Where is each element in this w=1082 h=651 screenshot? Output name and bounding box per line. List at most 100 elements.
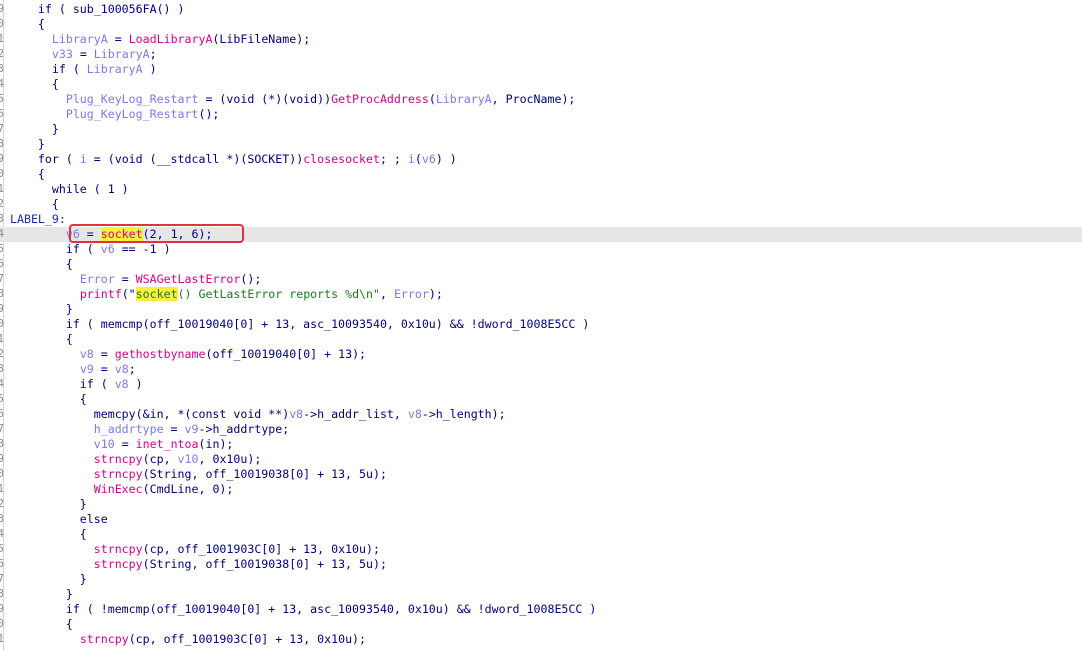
function-name[interactable]: strncpy: [94, 542, 143, 556]
function-name[interactable]: WSAGetLastError: [136, 272, 241, 286]
identifier[interactable]: v8: [115, 362, 129, 376]
code-text: Plug_KeyLog_Restart = (void (*)(void))Ge…: [10, 92, 576, 107]
code-line-current[interactable]: 4 v6 = socket(2, 1, 6);: [0, 227, 1082, 242]
code-line[interactable]: 2 v8 = gethostbyname(off_10019040[0] + 1…: [0, 347, 1082, 362]
identifier[interactable]: Plug_KeyLog_Restart: [66, 107, 199, 121]
function-name[interactable]: LoadLibraryA: [129, 32, 213, 46]
function-name[interactable]: printf: [80, 287, 122, 301]
code-line[interactable]: 7 }: [0, 122, 1082, 137]
code-line[interactable]: 1 while ( 1 ): [0, 182, 1082, 197]
code-line[interactable]: 1 strncpy(cp, off_1001903C[0] + 13, 0x10…: [0, 632, 1082, 647]
search-match[interactable]: socket: [135, 287, 178, 301]
code-line[interactable]: 2 {: [0, 197, 1082, 212]
code-line[interactable]: 8 v10 = inet_ntoa(in);: [0, 437, 1082, 452]
code-line[interactable]: 8 }: [0, 587, 1082, 602]
code-line[interactable]: 3 if ( LibraryA ): [0, 62, 1082, 77]
identifier[interactable]: LibraryA: [436, 92, 492, 106]
function-name[interactable]: strncpy: [94, 557, 143, 571]
function-name[interactable]: gethostbyname: [115, 347, 206, 361]
code-line[interactable]: 8 }: [0, 137, 1082, 152]
identifier[interactable]: LibraryA: [87, 62, 143, 76]
code-line[interactable]: 1 {: [0, 332, 1082, 347]
code-line[interactable]: 9 strncpy(cp, v10, 0x10u);: [0, 452, 1082, 467]
function-name[interactable]: inet_ntoa: [136, 437, 199, 451]
code-line[interactable]: 6 Plug_KeyLog_Restart();: [0, 107, 1082, 122]
code-text: {: [10, 17, 45, 32]
code-line[interactable]: 4 {: [0, 527, 1082, 542]
code-line[interactable]: 9 if ( sub_100056FA() ): [0, 2, 1082, 17]
identifier[interactable]: v8: [289, 407, 303, 421]
code-line[interactable]: 5 {: [0, 392, 1082, 407]
code-line[interactable]: 0 if ( memcmp(off_10019040[0] + 13, asc_…: [0, 317, 1082, 332]
identifier[interactable]: LibraryA: [52, 32, 108, 46]
function-name[interactable]: strncpy: [94, 467, 143, 481]
code-line[interactable]: 6 {: [0, 257, 1082, 272]
identifier[interactable]: Error: [80, 272, 115, 286]
code-line[interactable]: 2 }: [0, 497, 1082, 512]
identifier[interactable]: v9: [185, 422, 199, 436]
function-name[interactable]: strncpy: [80, 632, 129, 646]
function-name[interactable]: GetProcAddress: [331, 92, 429, 106]
code-line[interactable]: 5 Plug_KeyLog_Restart = (void (*)(void))…: [0, 92, 1082, 107]
code-text: memcpy(&in, *(const void **)v8->h_addr_l…: [10, 407, 506, 422]
code-line[interactable]: 0 {: [0, 17, 1082, 32]
code-token: =: [114, 272, 136, 286]
code-token: if ( memcmp(off_10019040[0] + 13, asc_10…: [10, 317, 590, 331]
search-match[interactable]: socket: [100, 227, 143, 241]
code-line[interactable]: 6 memcpy(&in, *(const void **)v8->h_addr…: [0, 407, 1082, 422]
code-text: {: [10, 197, 59, 212]
code-text: if ( v8 ): [10, 377, 143, 392]
line-number: 3: [0, 363, 4, 375]
code-line[interactable]: 9 for ( i = (void (__stdcall *)(SOCKET))…: [0, 152, 1082, 167]
code-token: ; ;: [379, 152, 408, 166]
line-number: 2: [0, 348, 4, 360]
code-line[interactable]: 8 printf("socket() GetLastError reports …: [0, 287, 1082, 302]
identifier[interactable]: i: [80, 152, 87, 166]
code-line[interactable]: 7 Error = WSAGetLastError();: [0, 272, 1082, 287]
code-text: v33 = LibraryA;: [10, 47, 157, 62]
code-line[interactable]: 0 {: [0, 617, 1082, 632]
code-line[interactable]: 1 LibraryA = LoadLibraryA(LibFileName);: [0, 32, 1082, 47]
identifier[interactable]: Error: [394, 287, 429, 301]
code-token: {: [10, 77, 59, 91]
identifier[interactable]: v8: [115, 377, 129, 391]
function-name[interactable]: WinExec: [94, 482, 143, 496]
identifier[interactable]: LibraryA: [94, 47, 150, 61]
identifier[interactable]: v8: [408, 407, 422, 421]
function-name[interactable]: strncpy: [94, 452, 143, 466]
code-token: =: [93, 347, 115, 361]
code-token: if (: [10, 377, 115, 391]
code-line[interactable]: 3 else: [0, 512, 1082, 527]
code-line[interactable]: 3 LABEL_9:: [0, 212, 1082, 227]
identifier[interactable]: v9: [80, 362, 94, 376]
function-name[interactable]: closesocket: [303, 152, 380, 166]
code-line[interactable]: 7 h_addrtype = v9->h_addrtype;: [0, 422, 1082, 437]
identifier[interactable]: v33: [52, 47, 73, 61]
identifier[interactable]: i: [408, 152, 415, 166]
code-line[interactable]: 9 if ( !memcmp(off_10019040[0] + 13, asc…: [0, 602, 1082, 617]
code-line[interactable]: 4 if ( v8 ): [0, 377, 1082, 392]
code-line[interactable]: 0 {: [0, 167, 1082, 182]
identifier[interactable]: h_addrtype: [94, 422, 164, 436]
identifier[interactable]: v10: [94, 437, 115, 451]
identifier[interactable]: v8: [80, 347, 94, 361]
identifier[interactable]: v6: [422, 152, 436, 166]
code-line[interactable]: 5 if ( v6 == -1 ): [0, 242, 1082, 257]
code-line[interactable]: 6 strncpy(String, off_10019038[0] + 13, …: [0, 557, 1082, 572]
code-text: {: [10, 332, 73, 347]
code-line[interactable]: 5 strncpy(cp, off_1001903C[0] + 13, 0x10…: [0, 542, 1082, 557]
identifier[interactable]: v6: [66, 227, 80, 241]
identifier[interactable]: v10: [178, 452, 199, 466]
code-line[interactable]: 1 WinExec(CmdLine, 0);: [0, 482, 1082, 497]
code-line[interactable]: 0 strncpy(String, off_10019038[0] + 13, …: [0, 467, 1082, 482]
code-line[interactable]: 3 v9 = v8;: [0, 362, 1082, 377]
code-line[interactable]: 9 }: [0, 302, 1082, 317]
code-line[interactable]: 7 }: [0, 572, 1082, 587]
code-line[interactable]: 2 v33 = LibraryA;: [0, 47, 1082, 62]
identifier[interactable]: v6: [101, 242, 115, 256]
code-line[interactable]: 4 {: [0, 77, 1082, 92]
identifier[interactable]: Plug_KeyLog_Restart: [66, 92, 199, 106]
pseudocode-view[interactable]: 9 if ( sub_100056FA() ) 0 {1 LibraryA = L…: [0, 0, 1082, 651]
line-number: 6: [0, 558, 4, 570]
line-number: 5: [0, 543, 4, 555]
